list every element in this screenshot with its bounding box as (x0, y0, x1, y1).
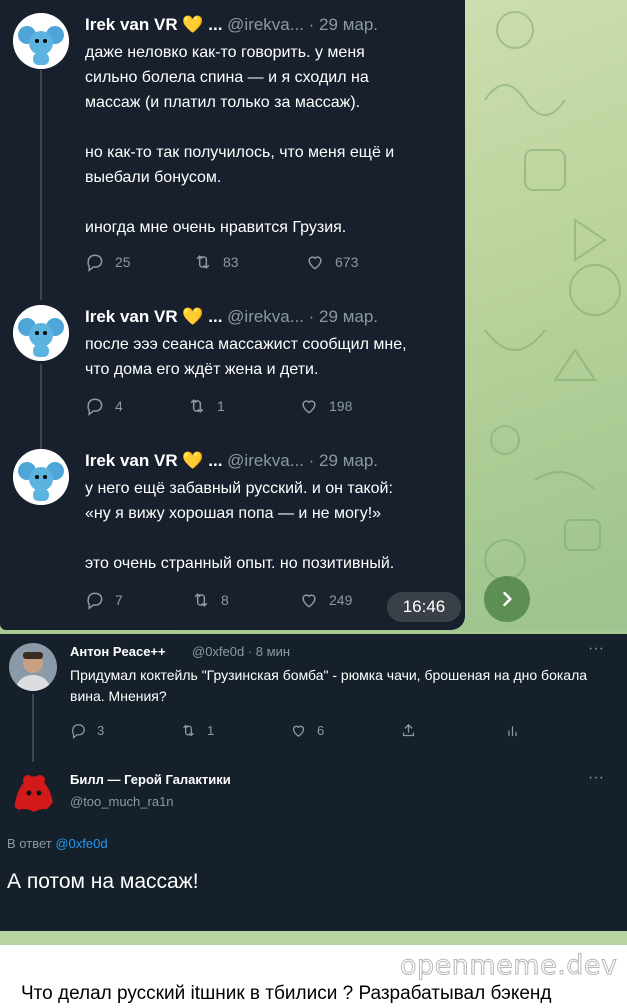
tweet-header: Irek van VR 💛 ... @irekva... · 29 мар. (85, 15, 378, 35)
like-count: 6 (317, 723, 325, 738)
retweet-count: 1 (207, 723, 215, 738)
like-icon (302, 400, 316, 414)
message-bubble: Irek van VR 💛 ... @irekva... · 29 мар. д… (0, 0, 465, 630)
reply-mention-link[interactable]: @0xfe0d (55, 836, 107, 851)
author-name[interactable]: Irek van VR (85, 451, 178, 470)
like-icon (308, 256, 322, 270)
share-button[interactable] (484, 576, 530, 622)
heart-badge-icon: 💛 (182, 307, 204, 326)
more-icon[interactable]: ··· (588, 769, 604, 787)
reply-count: 7 (115, 592, 123, 608)
author-name[interactable]: Irek van VR (85, 15, 178, 34)
author-name[interactable]: Антон Peace++ (70, 644, 166, 659)
tweet: Irek van VR 💛 ... @irekva... · 29 мар. д… (0, 0, 465, 290)
tweet-actions: 3 1 6 (70, 722, 540, 742)
name-ellipsis: ... (208, 451, 223, 470)
retweet-icon (194, 593, 208, 607)
retweet-count: 8 (221, 592, 229, 608)
share-icon (402, 723, 415, 737)
avatar[interactable] (8, 766, 56, 814)
avatar[interactable] (13, 449, 69, 505)
share-tweet-button[interactable] (400, 722, 417, 739)
reply-count: 4 (115, 398, 123, 414)
reply-button[interactable]: 3 (70, 722, 104, 739)
avatar[interactable] (9, 643, 57, 691)
author-name[interactable]: Irek van VR (85, 307, 178, 326)
reply-count: 3 (97, 723, 105, 738)
retweet-count: 1 (217, 398, 225, 414)
watermark: openmeme.dev (400, 950, 618, 982)
meme-caption: Что делал русский itшник в тбилиси ? Раз… (21, 983, 552, 1004)
message-time: 16:46 (387, 592, 461, 622)
tweet-header: Irek van VR 💛 ... @irekva... · 29 мар. (85, 307, 378, 327)
retweet-icon (190, 399, 204, 413)
chevron-right-icon (503, 591, 512, 607)
reply-icon (72, 724, 85, 739)
more-icon[interactable]: ··· (588, 640, 604, 658)
reply-button[interactable]: 25 (85, 252, 131, 272)
tweet: Irek van VR 💛 ... @irekva... · 29 мар. п… (0, 292, 465, 432)
like-button[interactable]: 249 (299, 590, 352, 610)
retweet-button[interactable]: 1 (180, 722, 214, 739)
reply-icon (87, 254, 103, 272)
reply-count: 25 (115, 254, 131, 270)
tweet-text: даже неловко как-то говорить. у меня сил… (85, 44, 395, 236)
tweet-date[interactable]: · 29 мар. (309, 15, 378, 34)
tweet-text: Придумал коктейль "Грузинская бомба" - р… (70, 667, 588, 704)
avatar[interactable] (13, 305, 69, 361)
reply-to-line: В ответ @0xfe0d (7, 836, 108, 851)
retweet-count: 83 (223, 254, 239, 270)
reply-to-prefix: В ответ (7, 836, 52, 851)
author-handle[interactable]: @irekva... (227, 451, 304, 470)
retweet-icon (196, 255, 210, 269)
tweet-text: после эээ сеанса массажист сообщил мне, … (85, 336, 407, 378)
retweet-icon (183, 724, 194, 737)
name-ellipsis: ... (208, 307, 223, 326)
analytics-button[interactable] (504, 722, 521, 739)
reply-icon (87, 398, 103, 416)
like-button[interactable]: 6 (290, 722, 324, 739)
retweet-button[interactable]: 83 (193, 252, 239, 272)
retweet-button[interactable]: 8 (191, 590, 229, 610)
author-handle[interactable]: @irekva... (227, 307, 304, 326)
author-handle[interactable]: @irekva... (227, 15, 304, 34)
retweet-button[interactable]: 1 (187, 396, 225, 416)
reply-button[interactable]: 4 (85, 396, 123, 416)
like-count: 673 (335, 254, 359, 270)
tweet-actions: 7 8 249 (85, 590, 385, 614)
tweet-header: Irek van VR 💛 ... @irekva... · 29 мар. (85, 451, 378, 471)
tweet-actions: 4 1 198 (85, 396, 385, 420)
thread-line (32, 694, 34, 762)
heart-badge-icon: 💛 (182, 15, 204, 34)
tweet-text: А потом на массаж! (7, 870, 199, 893)
tweet-meta: @0xfe0d · 8 мин (192, 644, 290, 659)
like-icon (302, 594, 316, 608)
reply-button[interactable]: 7 (85, 590, 123, 610)
background-doodle-pattern (484, 11, 621, 581)
avatar[interactable] (13, 13, 69, 69)
tweet-date[interactable]: · 29 мар. (309, 307, 378, 326)
tweet-date[interactable]: · 29 мар. (309, 451, 378, 470)
like-count: 198 (329, 398, 353, 414)
like-icon (292, 725, 305, 737)
chat-background-strip (0, 931, 627, 945)
heart-badge-icon: 💛 (182, 451, 204, 470)
tweet-time[interactable]: · 8 мин (248, 644, 290, 659)
author-name[interactable]: Билл — Герой Галактики (70, 772, 231, 787)
like-count: 249 (329, 592, 353, 608)
reply-icon (87, 592, 103, 610)
tweet-actions: 25 83 673 (85, 252, 385, 276)
author-handle[interactable]: @0xfe0d (192, 644, 244, 659)
like-button[interactable]: 198 (299, 396, 352, 416)
author-handle[interactable]: @too_much_ra1n (70, 794, 174, 809)
tweet-text: у него ещё забавный русский. и он такой:… (85, 480, 395, 572)
like-button[interactable]: 673 (305, 252, 358, 272)
name-ellipsis: ... (208, 15, 223, 34)
analytics-icon (508, 726, 517, 737)
